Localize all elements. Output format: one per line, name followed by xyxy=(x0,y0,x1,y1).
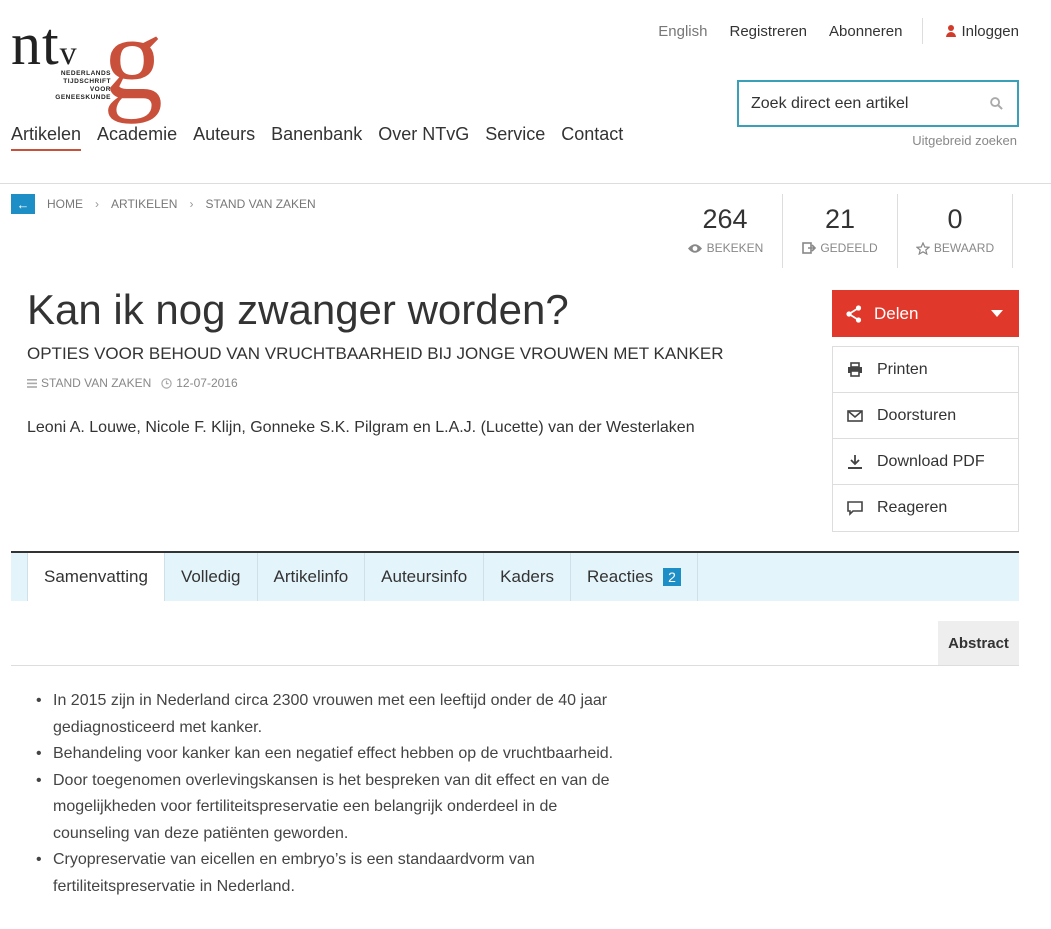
abstract-tab[interactable]: Abstract xyxy=(938,621,1019,665)
ntvg-logo[interactable]: ntv g NEDERLANDS TIJDSCHRIFT VOOR GENEES… xyxy=(11,0,186,118)
article-tabs: Samenvatting Volledig Artikelinfo Auteur… xyxy=(11,551,1019,601)
nav-divider xyxy=(922,18,924,44)
nav-auteurs[interactable]: Auteurs xyxy=(193,124,255,151)
tab-artikelinfo[interactable]: Artikelinfo xyxy=(258,553,366,601)
nav-contact[interactable]: Contact xyxy=(561,124,623,151)
eye-icon xyxy=(687,243,702,253)
nav-artikelen[interactable]: Artikelen xyxy=(11,124,82,151)
article-subtitle: OPTIES VOOR BEHOUD VAN VRUCHTBAARHEID BI… xyxy=(27,344,724,363)
article-meta: STAND VAN ZAKEN 12-07-2016 xyxy=(27,376,238,390)
logo-tagline: NEDERLANDS TIJDSCHRIFT VOOR GENEESKUNDE xyxy=(55,70,111,101)
tab-label: Auteursinfo xyxy=(381,567,468,586)
saved-label-row: BEWAARD xyxy=(898,241,1012,255)
stat-views: 264 BEKEKEN xyxy=(668,194,783,268)
tab-label: Kaders xyxy=(500,567,555,586)
meta-category[interactable]: STAND VAN ZAKEN xyxy=(27,376,151,390)
tab-label: Reacties xyxy=(587,567,654,586)
comment-button[interactable]: Reageren xyxy=(833,485,1018,531)
list-item: Cryopreservatie van eicellen en embryo’s… xyxy=(36,847,636,900)
date-label: 12-07-2016 xyxy=(176,376,238,390)
caret-down-icon xyxy=(991,310,1003,317)
tab-reacties[interactable]: Reacties 2 xyxy=(571,553,698,601)
nav-academie[interactable]: Academie xyxy=(97,124,177,151)
user-icon xyxy=(945,24,957,38)
print-button[interactable]: Printen xyxy=(833,347,1018,393)
list-item: Door toegenomen overlevingskansen is het… xyxy=(36,768,636,848)
article-stats: 264 BEKEKEN 21 GEDEELD 0 BEWAARD xyxy=(668,194,1013,268)
language-english-link[interactable]: English xyxy=(658,23,707,40)
stat-saved[interactable]: 0 BEWAARD xyxy=(898,194,1013,268)
tab-kaders[interactable]: Kaders xyxy=(484,553,572,601)
list-icon xyxy=(27,378,37,388)
back-arrow-icon[interactable]: ← xyxy=(11,194,35,214)
abstract-divider xyxy=(11,665,1019,666)
clock-icon xyxy=(161,377,172,389)
shared-count: 21 xyxy=(824,204,856,234)
tab-label: Samenvatting xyxy=(44,567,148,586)
nav-service[interactable]: Service xyxy=(485,124,545,151)
article-actions: Printen Doorsturen Download PDF Reageren xyxy=(832,346,1019,532)
download-pdf-label: Download PDF xyxy=(877,452,985,470)
tab-label: Volledig xyxy=(180,567,241,586)
summary-bullets: In 2015 zijn in Nederland circa 2300 vro… xyxy=(36,688,636,900)
breadcrumb: ← HOME › ARTIKELEN › STAND VAN ZAKEN xyxy=(11,194,316,214)
forward-button[interactable]: Doorsturen xyxy=(833,393,1018,439)
views-count: 264 xyxy=(702,204,748,234)
logo-small-v: v xyxy=(59,35,78,72)
comment-icon xyxy=(847,500,863,516)
breadcrumb-home[interactable]: HOME xyxy=(47,197,83,211)
envelope-icon xyxy=(847,409,863,422)
article-authors: Leoni A. Louwe, Nicole F. Klijn, Gonneke… xyxy=(27,419,695,436)
share-out-icon xyxy=(802,242,817,254)
category-label: STAND VAN ZAKEN xyxy=(41,376,152,390)
tab-samenvatting[interactable]: Samenvatting xyxy=(27,553,165,601)
chevron-right-icon: › xyxy=(189,197,194,211)
breadcrumb-artikelen[interactable]: ARTIKELEN xyxy=(111,197,177,211)
printer-icon xyxy=(848,362,862,377)
download-pdf-button[interactable]: Download PDF xyxy=(833,439,1018,485)
shared-label-row: GEDEELD xyxy=(783,241,897,255)
saved-count: 0 xyxy=(947,204,963,234)
advanced-search-link[interactable]: Uitgebreid zoeken xyxy=(912,133,1017,148)
register-link[interactable]: Registreren xyxy=(729,23,807,40)
reacties-count-badge: 2 xyxy=(663,568,681,586)
logo-g: g xyxy=(103,0,163,124)
share-label: Delen xyxy=(874,303,919,323)
main-nav: Artikelen Academie Auteurs Banenbank Ove… xyxy=(11,124,639,151)
list-item: Behandeling voor kanker kan een negatief… xyxy=(36,741,636,768)
share-button[interactable]: Delen xyxy=(832,290,1019,337)
subscribe-link[interactable]: Abonneren xyxy=(829,23,902,40)
star-icon xyxy=(915,241,930,255)
download-icon xyxy=(848,454,862,469)
tab-label: Artikelinfo xyxy=(273,567,349,586)
article-title: Kan ik nog zwanger worden? xyxy=(27,286,569,333)
saved-label: BEWAARD xyxy=(933,241,995,255)
top-nav: English Registreren Abonneren Inloggen xyxy=(658,18,1019,44)
nav-banenbank[interactable]: Banenbank xyxy=(271,124,362,151)
shared-label: GEDEELD xyxy=(820,241,878,255)
login-link[interactable]: Inloggen xyxy=(945,23,1019,40)
share-icon xyxy=(846,304,862,323)
forward-label: Doorsturen xyxy=(877,406,957,424)
search-input[interactable] xyxy=(739,94,979,113)
login-label: Inloggen xyxy=(961,22,1019,40)
search-box xyxy=(737,80,1019,127)
tab-volledig[interactable]: Volledig xyxy=(165,553,258,601)
logo-letters: ntv xyxy=(11,11,78,77)
list-item: In 2015 zijn in Nederland circa 2300 vro… xyxy=(36,688,636,741)
header-divider xyxy=(0,183,1051,184)
views-label: BEKEKEN xyxy=(706,241,764,255)
stat-shared: 21 GEDEELD xyxy=(783,194,898,268)
meta-date: 12-07-2016 xyxy=(161,376,238,390)
comment-label: Reageren xyxy=(877,499,948,516)
views-label-row: BEKEKEN xyxy=(668,241,782,255)
print-label: Printen xyxy=(877,360,928,378)
nav-over-ntvg[interactable]: Over NTvG xyxy=(378,124,469,151)
tab-auteursinfo[interactable]: Auteursinfo xyxy=(365,553,485,601)
chevron-right-icon: › xyxy=(95,197,99,211)
search-icon[interactable] xyxy=(990,97,1003,110)
breadcrumb-stand-van-zaken[interactable]: STAND VAN ZAKEN xyxy=(205,197,315,211)
